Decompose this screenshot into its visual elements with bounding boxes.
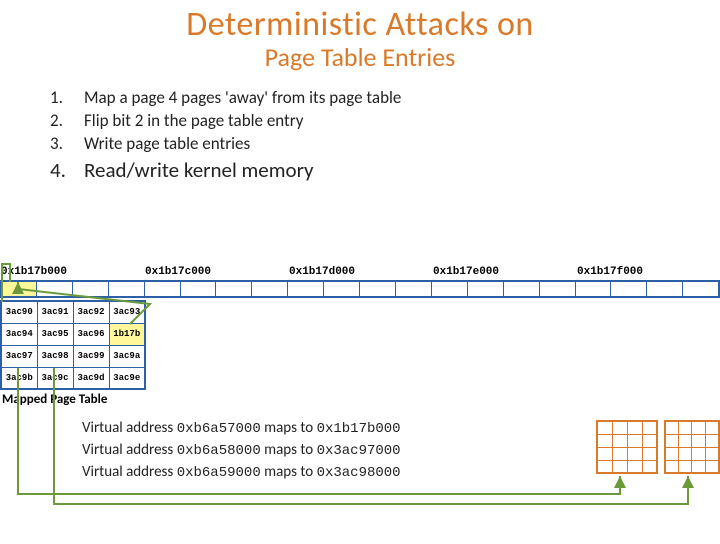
memory-cell <box>0 280 36 298</box>
map-verb: Virtual address <box>82 441 173 459</box>
pt-cell: 3ac90 <box>1 301 37 323</box>
map-va: 0xb6a57000 <box>177 421 261 437</box>
map-mid: maps to <box>264 441 313 459</box>
pt-cell: 3ac92 <box>73 301 109 323</box>
pt-cell: 3ac94 <box>1 323 37 345</box>
step-num: 2. <box>50 110 84 133</box>
map-pa: 0x1b17b000 <box>317 421 401 437</box>
pt-cell: 3ac9e <box>109 367 145 389</box>
memory-cell <box>359 280 395 298</box>
pt-cell: 3ac9a <box>109 345 145 367</box>
memory-cell <box>144 280 180 298</box>
pt-cell: 3ac96 <box>73 323 109 345</box>
memory-cell <box>467 280 503 298</box>
memory-cell <box>72 280 108 298</box>
step-text: Read/write kernel memory <box>84 156 314 184</box>
pt-cell: 3ac93 <box>109 301 145 323</box>
memory-cell <box>682 280 720 298</box>
memory-cell <box>575 280 611 298</box>
memory-cell <box>287 280 323 298</box>
map-mid: maps to <box>264 463 313 481</box>
mini-grid <box>596 420 658 474</box>
pt-cell: 3ac99 <box>73 345 109 367</box>
memory-cell <box>251 280 287 298</box>
step-text: Flip bit 2 in the page table entry <box>84 110 303 133</box>
step-num: 1. <box>50 87 84 110</box>
memory-cell <box>36 280 72 298</box>
memory-cell <box>503 280 539 298</box>
steps-list: 1.Map a page 4 pages 'away' from its pag… <box>50 87 720 184</box>
step-num: 4. <box>50 156 84 184</box>
page-table: 3ac90 3ac91 3ac92 3ac93 3ac94 3ac95 3ac9… <box>0 300 146 390</box>
memory-cell <box>431 280 467 298</box>
memory-cell <box>646 280 682 298</box>
memory-cell <box>323 280 359 298</box>
step-text: Map a page 4 pages 'away' from its page … <box>84 87 401 110</box>
map-verb: Virtual address <box>82 419 173 437</box>
map-va: 0xb6a59000 <box>177 465 261 481</box>
slide-title: Deterministic Attacks on <box>0 4 720 45</box>
pt-cell: 3ac9c <box>37 367 73 389</box>
pt-cell: 3ac9b <box>1 367 37 389</box>
address-label: 0x1b17e000 <box>432 266 576 278</box>
address-label: 0x1b17c000 <box>144 266 288 278</box>
pt-cell: 3ac98 <box>37 345 73 367</box>
pt-cell: 3ac95 <box>37 323 73 345</box>
map-va: 0xb6a58000 <box>177 443 261 459</box>
pt-cell: 3ac97 <box>1 345 37 367</box>
page-table-label: Mapped Page Table <box>2 392 107 407</box>
memory-cell <box>108 280 144 298</box>
address-label: 0x1b17b000 <box>0 266 144 278</box>
memory-cell <box>539 280 575 298</box>
mapping-text: Virtual address 0xb6a57000 maps to 0x1b1… <box>82 418 582 483</box>
slide-subtitle: Page Table Entries <box>0 41 720 73</box>
address-label: 0x1b17f000 <box>576 266 720 278</box>
memory-strip <box>0 280 720 298</box>
map-pa: 0x3ac98000 <box>317 465 401 481</box>
pt-cell-highlight: 1b17b <box>109 323 145 345</box>
memory-cell <box>215 280 251 298</box>
mini-grid <box>664 420 720 474</box>
pt-cell: 3ac9d <box>73 367 109 389</box>
step-text: Write page table entries <box>84 133 250 156</box>
memory-cell <box>395 280 431 298</box>
map-mid: maps to <box>264 419 313 437</box>
step-num: 3. <box>50 133 84 156</box>
memory-cell <box>180 280 216 298</box>
memory-cell <box>610 280 646 298</box>
address-labels-row: 0x1b17b000 0x1b17c000 0x1b17d000 0x1b17e… <box>0 266 720 278</box>
map-pa: 0x3ac97000 <box>317 443 401 459</box>
map-verb: Virtual address <box>82 463 173 481</box>
pt-cell: 3ac91 <box>37 301 73 323</box>
address-label: 0x1b17d000 <box>288 266 432 278</box>
